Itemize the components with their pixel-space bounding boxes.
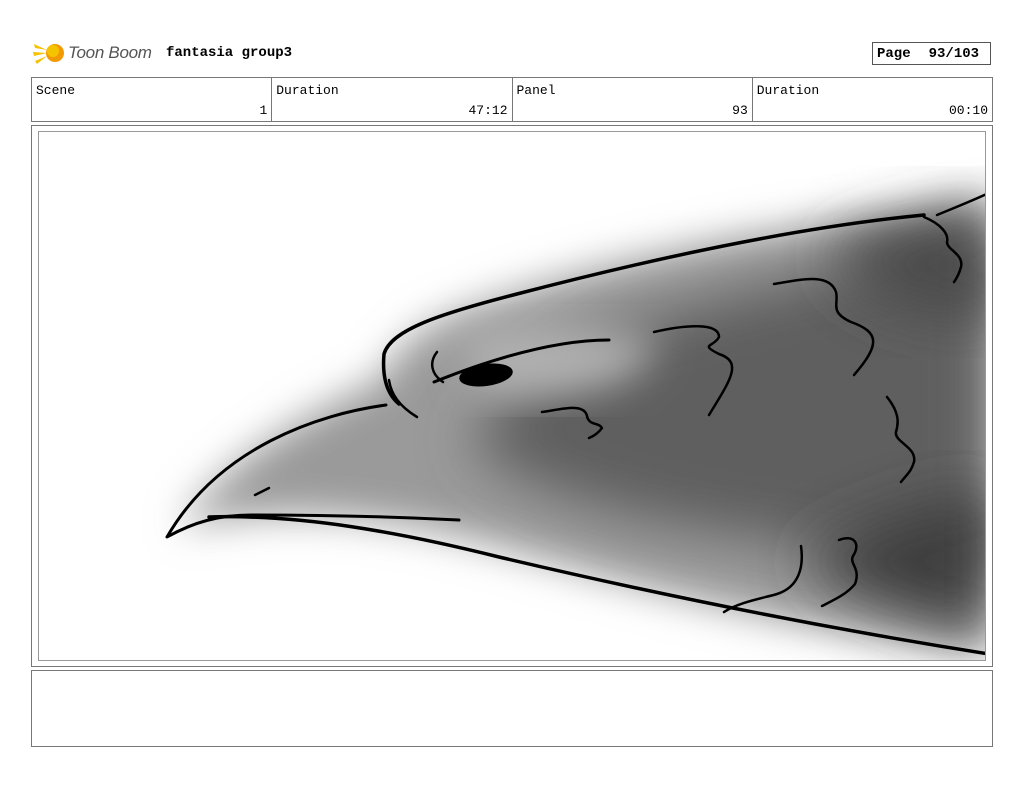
eagle-head-drawing <box>165 193 985 656</box>
panel-duration-label: Duration <box>756 83 820 98</box>
panel-duration-value: 00:10 <box>948 103 988 118</box>
toon-boom-logo-icon <box>33 44 64 64</box>
brand-name: Toon Boom <box>68 43 152 62</box>
project-title: fantasia group3 <box>166 45 293 61</box>
scene-duration-cell: Duration 47:12 <box>272 78 513 121</box>
page-number: 93/103 <box>928 45 980 62</box>
panel-frame <box>31 125 993 667</box>
panel-info-row: Scene 1 Duration 47:12 Panel 93 Duration… <box>31 77 993 122</box>
notes-box <box>31 670 993 747</box>
panel-image <box>38 131 986 661</box>
toon-boom-logo: Toon Boom <box>32 38 152 68</box>
scene-duration-value: 47:12 <box>468 103 508 118</box>
panel-label: Panel <box>516 83 556 98</box>
eagle-shading <box>179 203 985 652</box>
page-indicator: Page 93/103 <box>872 42 991 65</box>
scene-value: 1 <box>259 103 268 118</box>
page-label: Page <box>877 45 911 62</box>
scene-cell: Scene 1 <box>32 78 273 121</box>
panel-cell: Panel 93 <box>513 78 753 121</box>
scene-label: Scene <box>36 83 76 98</box>
scene-duration-label: Duration <box>276 83 339 98</box>
panel-duration-cell: Duration 00:10 <box>753 78 992 121</box>
panel-value: 93 <box>732 103 748 118</box>
